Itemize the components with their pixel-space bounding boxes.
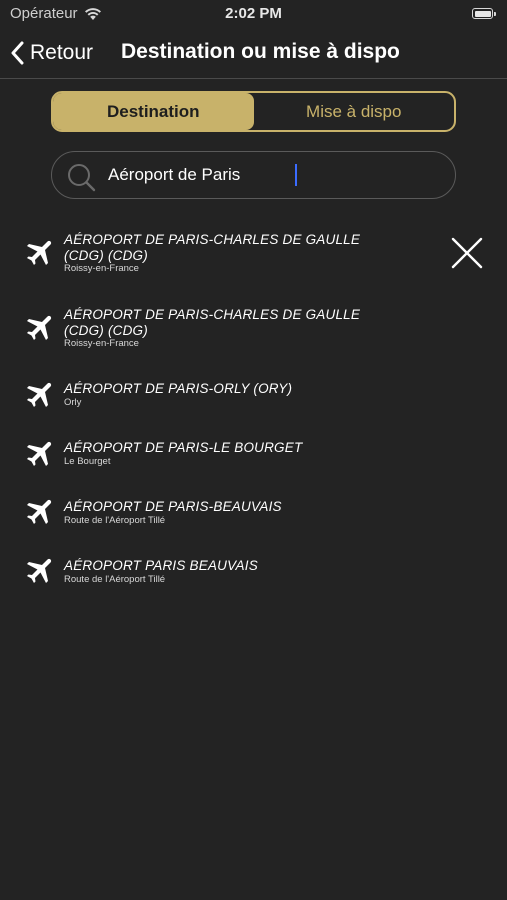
result-item[interactable]: AÉROPORT PARIS BEAUVAIS Route de l'Aérop…: [0, 553, 507, 589]
result-sub: Roissy-en-France: [64, 338, 139, 349]
search-icon: [68, 164, 96, 192]
result-name-line: AÉROPORT DE PARIS-CHARLES DE GAULLE: [64, 232, 361, 247]
back-button[interactable]: Retour: [10, 38, 93, 68]
screen: Opérateur 2:02 PM Retour Destination ou …: [0, 0, 507, 900]
result-sub: Le Bourget: [64, 456, 111, 467]
page-title: Destination ou mise à dispo: [121, 40, 400, 63]
result-name: AÉROPORT DE PARIS-ORLY (ORY): [64, 381, 293, 396]
back-label: Retour: [30, 41, 94, 64]
result-sub: Route de l'Aéroport Tillé: [64, 574, 166, 585]
airplane-icon: [26, 382, 52, 408]
close-icon[interactable]: [448, 234, 486, 272]
result-name: AÉROPORT DE PARIS-CHARLES DE GAULLE (CDG…: [64, 232, 364, 264]
status-bar: Opérateur 2:02 PM: [0, 0, 507, 28]
search-box[interactable]: [51, 151, 456, 199]
result-sub: Roissy-en-France: [64, 263, 139, 274]
airplane-icon: [26, 240, 52, 266]
result-name: AÉROPORT DE PARIS-CHARLES DE GAULLE (CDG…: [64, 307, 364, 339]
result-name-line: (CDG) (CDG): [64, 323, 148, 338]
airplane-icon: [26, 315, 52, 341]
result-item[interactable]: AÉROPORT DE PARIS-CHARLES DE GAULLE (CDG…: [0, 303, 507, 351]
result-name: AÉROPORT DE PARIS-LE BOURGET: [64, 440, 303, 455]
result-item[interactable]: AÉROPORT DE PARIS-LE BOURGET Le Bourget: [0, 436, 507, 472]
segment-destination[interactable]: Destination: [53, 93, 254, 130]
result-name: AÉROPORT PARIS BEAUVAIS: [64, 558, 258, 573]
back-chevron-icon: [11, 41, 24, 65]
airplane-icon: [26, 441, 52, 467]
battery-icon: [472, 8, 496, 19]
result-sub: Route de l'Aéroport Tillé: [64, 515, 166, 526]
result-name-line: AÉROPORT DE PARIS-CHARLES DE GAULLE: [64, 307, 361, 322]
result-name: AÉROPORT DE PARIS-BEAUVAIS: [64, 499, 282, 514]
result-item[interactable]: AÉROPORT DE PARIS-ORLY (ORY) Orly: [0, 377, 507, 413]
result-item[interactable]: AÉROPORT DE PARIS-BEAUVAIS Route de l'Aé…: [0, 494, 507, 530]
airplane-icon: [26, 499, 52, 525]
text-caret: [295, 164, 297, 186]
nav-bar: Retour Destination ou mise à dispo: [0, 28, 507, 79]
segmented-control: Destination Mise à dispo: [51, 91, 456, 132]
segment-mise-a-dispo[interactable]: Mise à dispo: [254, 93, 455, 130]
result-item[interactable]: AÉROPORT DE PARIS-CHARLES DE GAULLE (CDG…: [0, 228, 507, 276]
search-input[interactable]: [108, 162, 438, 188]
airplane-icon: [26, 558, 52, 584]
result-sub: Orly: [64, 397, 82, 408]
status-time: 2:02 PM: [225, 5, 282, 22]
result-name-line: (CDG) (CDG): [64, 248, 148, 263]
